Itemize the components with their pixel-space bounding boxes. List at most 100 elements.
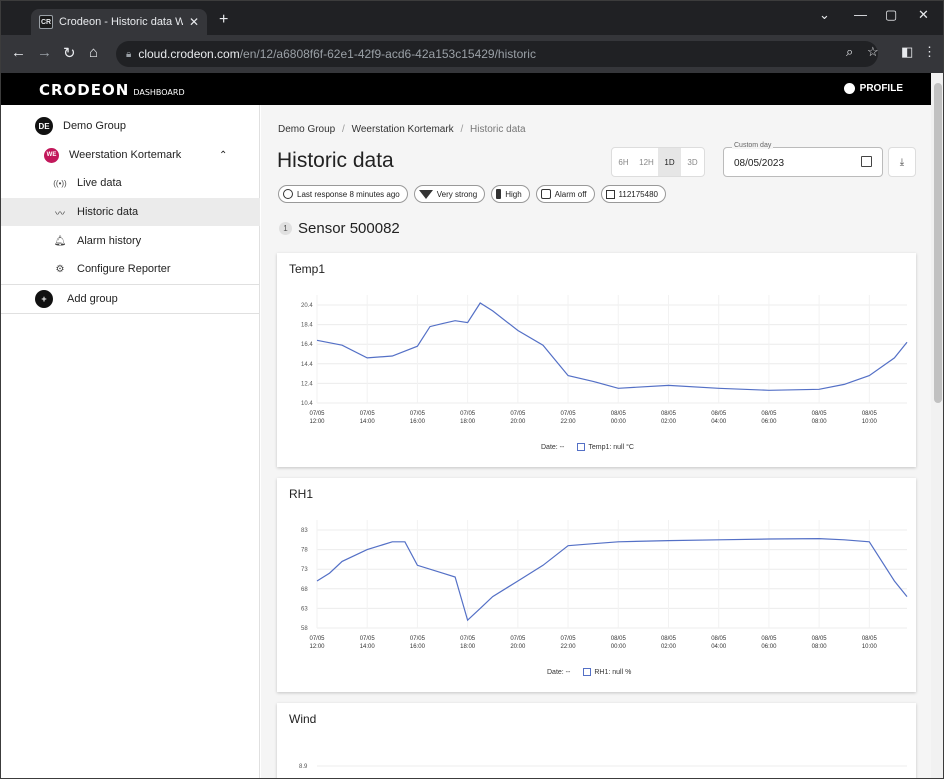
breadcrumb-station[interactable]: Weerstation Kortemark bbox=[352, 124, 454, 135]
url-host: cloud.crodeon.com bbox=[138, 47, 240, 61]
browser-tab[interactable]: CR Crodeon - Historic data Weerstati ✕ bbox=[31, 9, 207, 35]
brand-logo[interactable]: CRODEON DASHBOARD bbox=[39, 81, 185, 99]
x-tick-date: 07/05 bbox=[561, 636, 577, 642]
rh1-chart[interactable]: 83787368635807/0512:0007/0514:0007/0516:… bbox=[277, 478, 916, 692]
x-tick-date: 07/05 bbox=[561, 411, 577, 417]
status-chips: Last response 8 minutes ago Very strong … bbox=[278, 185, 666, 203]
x-tick-date: 08/05 bbox=[711, 411, 727, 417]
scrollbar-thumb[interactable] bbox=[934, 83, 942, 403]
x-tick-time: 16:00 bbox=[410, 644, 426, 650]
close-window-icon[interactable]: ✕ bbox=[918, 7, 929, 23]
legend-date: Date: -- bbox=[541, 443, 565, 451]
minimize-icon[interactable]: — bbox=[854, 7, 867, 22]
sidebar-item-historic-data[interactable]: 〰 Historic data bbox=[1, 198, 260, 226]
legend-swatch[interactable] bbox=[583, 668, 592, 676]
new-tab-icon[interactable]: + bbox=[219, 11, 228, 29]
close-tab-icon[interactable]: ✕ bbox=[189, 15, 199, 29]
x-tick-date: 08/05 bbox=[761, 411, 777, 417]
sidebar-group[interactable]: DE Demo Group bbox=[1, 112, 260, 140]
sidebar-divider bbox=[1, 313, 260, 314]
chip-label: Alarm off bbox=[554, 189, 587, 199]
x-tick-time: 18:00 bbox=[460, 419, 476, 425]
x-tick-time: 22:00 bbox=[561, 644, 577, 650]
custom-day-field[interactable]: Custom day 08/05/2023 bbox=[723, 142, 883, 177]
range-12h[interactable]: 12H bbox=[635, 148, 658, 176]
chip-label: 112175480 bbox=[618, 189, 658, 199]
chip-serial: 112175480 bbox=[600, 185, 666, 203]
chevron-up-icon[interactable]: ⌃ bbox=[219, 150, 227, 161]
sidebar-item-label: Historic data bbox=[77, 206, 139, 218]
brand-sub: DASHBOARD bbox=[133, 88, 185, 97]
range-1d[interactable]: 1D bbox=[658, 148, 681, 176]
profile-label: PROFILE bbox=[859, 83, 903, 94]
sidebar-item-alarm-history[interactable]: 🔔︎ Alarm history bbox=[1, 227, 260, 255]
y-tick-label: 20.4 bbox=[301, 303, 313, 309]
tab-strip: CR Crodeon - Historic data Weerstati ✕ +… bbox=[1, 1, 943, 35]
series-line[interactable] bbox=[316, 302, 908, 391]
legend-swatch[interactable] bbox=[577, 443, 586, 451]
group-avatar: DE bbox=[35, 117, 53, 135]
address-bar[interactable]: 🔒︎ cloud.crodeon.com /en/12/a6808f6f-62e… bbox=[116, 41, 878, 67]
calendar-icon[interactable] bbox=[861, 156, 872, 167]
x-tick-time: 14:00 bbox=[360, 644, 376, 650]
x-tick-date: 07/05 bbox=[410, 636, 426, 642]
chart-legend: Date: -- RH1: null % bbox=[547, 668, 631, 676]
group-label: Demo Group bbox=[63, 120, 126, 132]
temp1-chart[interactable]: 20.4 18.4 16.4 14.4 12.4 10.4 07/05 12:00 07/05 1… bbox=[277, 253, 916, 467]
chip-last-response: Last response 8 minutes ago bbox=[278, 185, 408, 203]
station-label: Weerstation Kortemark bbox=[69, 149, 182, 161]
sidebar-item-configure-reporter[interactable]: ⚙ Configure Reporter bbox=[1, 255, 260, 283]
forward-icon[interactable]: → bbox=[37, 44, 52, 61]
address-row: ← → ↻ ⌂ 🔒︎ cloud.crodeon.com /en/12/a680… bbox=[1, 35, 943, 73]
chip-label: High bbox=[505, 189, 522, 199]
battery-icon bbox=[496, 189, 502, 199]
x-tick-date: 07/05 bbox=[460, 636, 476, 642]
home-icon[interactable]: ⌂ bbox=[89, 44, 98, 61]
range-selector: 6H 12H 1D 3D bbox=[611, 147, 705, 177]
brand-name: CRODEON bbox=[39, 81, 130, 99]
radio-waves-icon: ((•)) bbox=[53, 178, 67, 188]
zoom-icon[interactable]: ⌕ bbox=[846, 44, 853, 60]
x-tick-time: 20:00 bbox=[510, 419, 526, 425]
chart-line-icon: 〰 bbox=[55, 208, 65, 220]
x-tick-date: 08/05 bbox=[711, 636, 727, 642]
main-content: Demo Group / Weerstation Kortemark / His… bbox=[261, 105, 931, 779]
custom-day-value: 08/05/2023 bbox=[734, 158, 785, 169]
y-tick-label: 68 bbox=[301, 587, 308, 593]
y-tick-label: 63 bbox=[301, 606, 308, 612]
bookmark-star-icon[interactable]: ☆ bbox=[867, 44, 879, 60]
x-tick-date: 08/05 bbox=[812, 636, 828, 642]
range-6h[interactable]: 6H bbox=[612, 148, 635, 176]
x-tick-date: 07/05 bbox=[410, 411, 426, 417]
maximize-icon[interactable]: ▢ bbox=[885, 7, 897, 23]
sidebar-item-live-data[interactable]: ((•)) Live data bbox=[1, 169, 260, 197]
browser-window: CR Crodeon - Historic data Weerstati ✕ +… bbox=[0, 0, 944, 779]
wind-chart[interactable]: 8.9 bbox=[277, 703, 916, 779]
x-tick-date: 08/05 bbox=[661, 636, 677, 642]
reload-icon[interactable]: ↻ bbox=[63, 44, 76, 62]
sidebar-station[interactable]: WE Weerstation Kortemark ⌃ bbox=[1, 141, 260, 169]
x-tick-time: 00:00 bbox=[611, 419, 627, 425]
range-3d[interactable]: 3D bbox=[681, 148, 704, 176]
breadcrumb-demo-group[interactable]: Demo Group bbox=[278, 124, 335, 135]
side-panel-icon[interactable]: ◧ bbox=[901, 44, 913, 60]
history-icon bbox=[283, 189, 293, 199]
x-tick-time: 12:00 bbox=[309, 419, 325, 425]
add-group-button[interactable]: + Add group bbox=[1, 285, 260, 313]
download-button[interactable]: ⤓ bbox=[888, 147, 916, 177]
chart-legend: Date: -- Temp1: null °C bbox=[541, 443, 634, 451]
breadcrumb: Demo Group / Weerstation Kortemark / His… bbox=[278, 124, 526, 135]
x-tick-time: 08:00 bbox=[812, 644, 828, 650]
tab-search-icon[interactable]: ⌄ bbox=[819, 7, 830, 23]
x-tick-date: 08/05 bbox=[761, 636, 777, 642]
y-tick-label: 12.4 bbox=[301, 381, 313, 387]
x-tick-date: 08/05 bbox=[611, 636, 627, 642]
menu-dots-icon[interactable]: ⋮ bbox=[923, 44, 936, 60]
chip-label: Last response 8 minutes ago bbox=[297, 189, 400, 199]
back-icon[interactable]: ← bbox=[11, 44, 26, 61]
sensor-heading: 1 Sensor 500082 bbox=[279, 220, 400, 237]
sensor-index: 1 bbox=[279, 222, 292, 235]
x-tick-time: 18:00 bbox=[460, 644, 476, 650]
profile-button[interactable]: PROFILE bbox=[843, 83, 903, 94]
page-scrollbar[interactable] bbox=[931, 73, 943, 778]
